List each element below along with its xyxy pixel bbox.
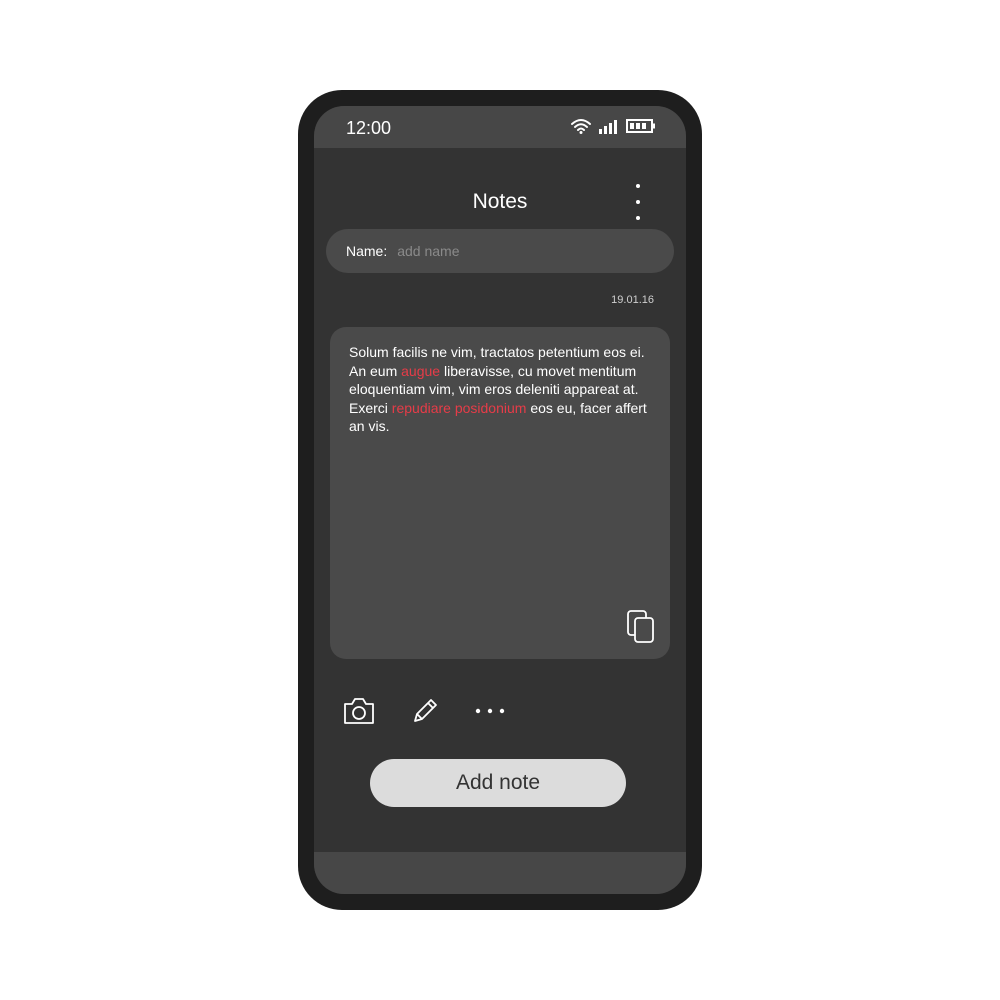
add-note-button[interactable]: Add note [370,759,626,807]
menu-dot [636,216,640,220]
name-label: Name: [346,243,388,259]
name-input[interactable] [395,235,674,267]
note-card[interactable]: Solum facilis ne vim, tractatos petentiu… [330,327,670,659]
signal-icon [598,118,620,139]
bottom-bar [314,852,686,894]
note-highlight: augue [401,362,441,379]
status-bar: 12:00 [314,106,686,148]
app-screen: 12:00 Notes Name: add name 19.01.16 Solu… [314,106,686,894]
note-text[interactable]: Solum facilis ne vim, tractatos petentiu… [349,343,649,436]
menu-dot [636,184,640,188]
status-time: 12:00 [346,118,392,138]
camera-icon[interactable] [342,694,376,728]
more-horizontal-icon[interactable] [470,694,510,728]
note-highlight: repudiare posidonium [391,399,527,416]
note-date: 19.01.16 [611,294,654,306]
menu-dot [636,200,640,204]
name-field[interactable]: Name: [326,229,674,273]
more-vertical-icon[interactable] [630,184,646,220]
wifi-icon [570,118,592,139]
status-icons [570,118,656,139]
copy-icon[interactable] [626,609,656,645]
battery-icon [626,118,656,139]
phone-frame: 12:00 Notes Name: add name 19.01.16 Solu… [298,90,702,910]
note-toolbar [342,694,542,728]
pencil-icon[interactable] [408,694,442,728]
